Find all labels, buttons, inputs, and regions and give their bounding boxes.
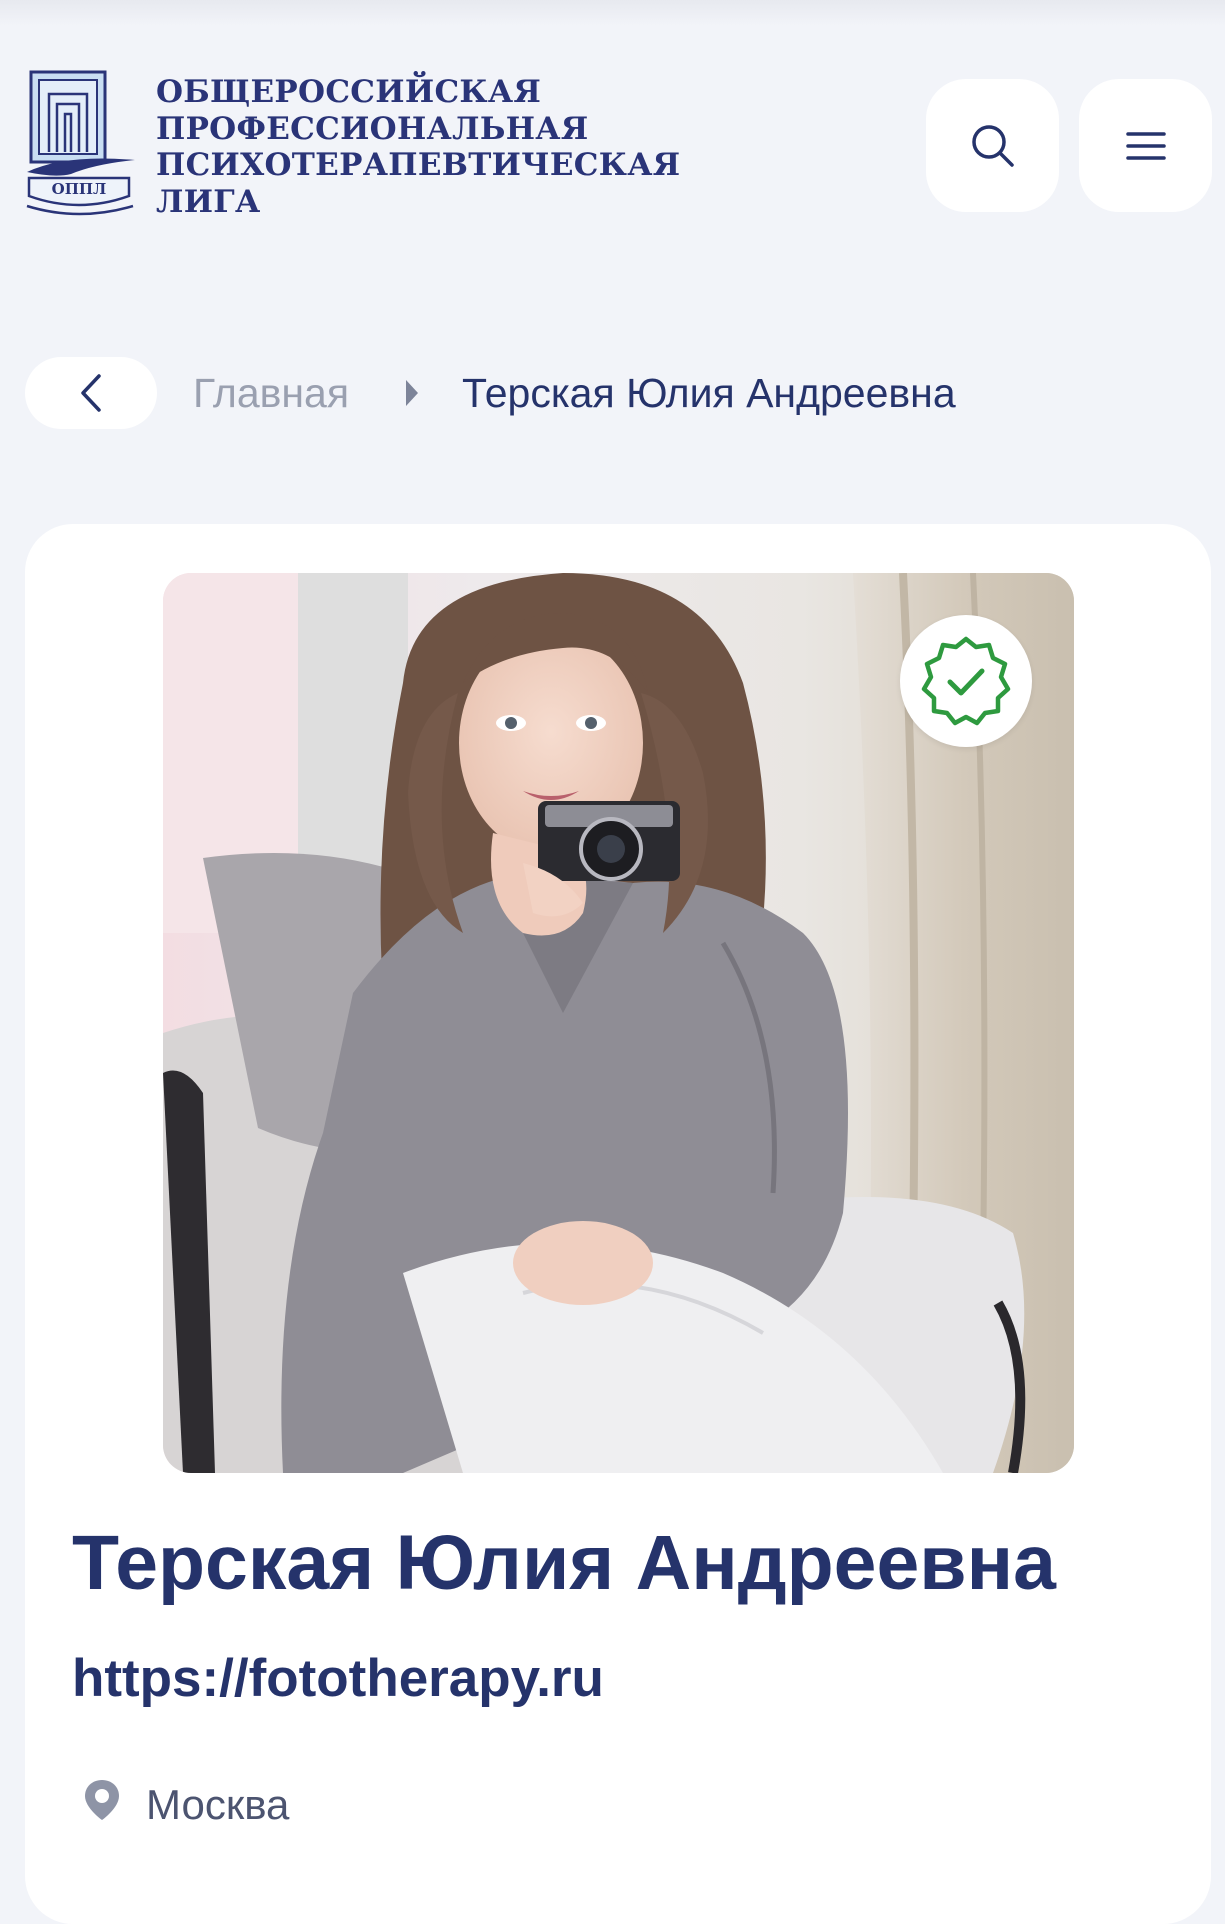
caret-right-icon — [406, 380, 418, 406]
breadcrumb-current: Терская Юлия Андреевна — [462, 370, 956, 416]
status-bar-shade — [0, 0, 1225, 26]
profile-name: Терская Юлия Андреевна — [72, 1520, 1056, 1606]
profile-city: Москва — [146, 1781, 290, 1828]
search-icon — [971, 124, 1014, 167]
verified-badge-icon — [921, 636, 1011, 726]
league-name-line: ЛИГА — [156, 183, 261, 220]
chevron-left-icon — [81, 374, 101, 412]
league-name-line: ОБЩЕРОССИЙСКАЯ — [156, 74, 542, 110]
svg-text:ОППЛ: ОППЛ — [52, 180, 107, 198]
league-name[interactable]: ОБЩЕРОССИЙСКАЯ ПРОФЕССИОНАЛЬНАЯ ПСИХОТЕР… — [156, 74, 680, 220]
menu-button[interactable] — [1079, 79, 1212, 212]
verified-badge — [900, 615, 1032, 747]
league-logo-emblem[interactable]: ОППЛ — [25, 68, 137, 224]
back-button[interactable] — [25, 357, 157, 429]
breadcrumb-home-link[interactable]: Главная — [193, 365, 349, 421]
location-pin-icon — [85, 1780, 119, 1820]
hamburger-menu-icon — [1125, 131, 1166, 160]
search-button[interactable] — [926, 79, 1059, 212]
league-name-line: ПСИХОТЕРАПЕВТИЧЕСКАЯ — [156, 147, 681, 183]
league-name-line: ПРОФЕССИОНАЛЬНАЯ — [156, 110, 589, 147]
profile-website-link[interactable]: https://fototherapy.ru — [72, 1648, 604, 1710]
